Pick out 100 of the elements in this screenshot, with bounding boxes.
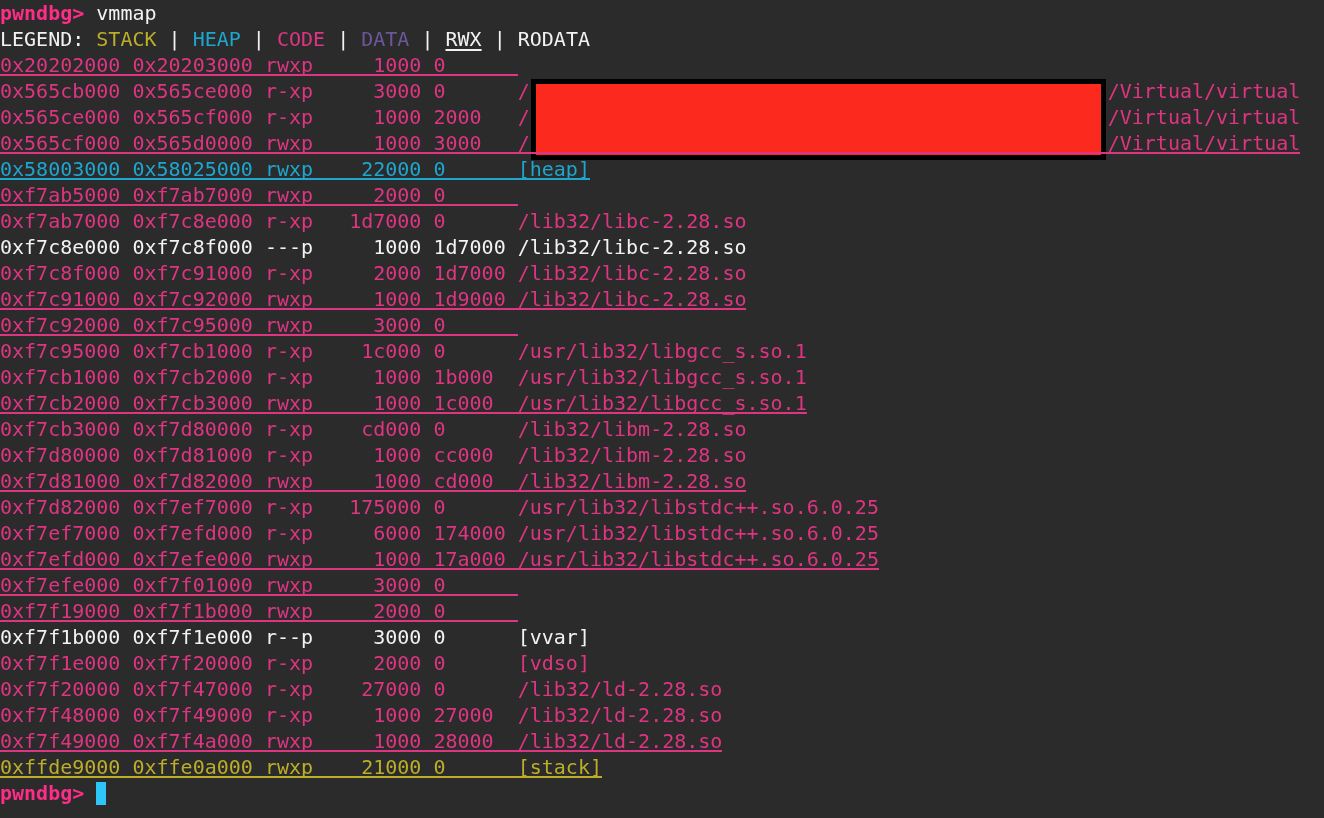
size-value: 21000 [360, 754, 422, 780]
permissions: r-xp [264, 702, 314, 728]
offset-value: 0 [433, 156, 447, 182]
offset-value: 17a000 [433, 546, 506, 572]
object-file: /lib32/libm-2.28.so [517, 468, 747, 494]
permissions: rwxp [264, 182, 314, 208]
size-value: 3000 [372, 624, 422, 650]
size-value: 22000 [360, 156, 422, 182]
end-address: 0xf7c8f000 [132, 234, 253, 260]
permissions: r-xp [264, 338, 314, 364]
size-value: 1000 [372, 52, 422, 78]
end-address: 0xf7f1e000 [132, 624, 253, 650]
end-address: 0xf7c92000 [132, 286, 253, 312]
end-address: 0xf7c91000 [132, 260, 253, 286]
offset-value: 0 [433, 182, 447, 208]
size-value: 1000 [372, 390, 422, 416]
size-value: 3000 [372, 572, 422, 598]
permissions: r-xp [264, 104, 314, 130]
object-file: /usr/lib32/libgcc_s.so.1 [517, 390, 807, 416]
permissions: rwxp [264, 468, 314, 494]
permissions: rwxp [264, 286, 314, 312]
start-address: 0xf7cb2000 [0, 390, 121, 416]
end-address: 0xf7f1b000 [132, 598, 253, 624]
start-address: 0xf7f19000 [0, 598, 121, 624]
size-value: 2000 [372, 598, 422, 624]
end-address: 0xf7c95000 [132, 312, 253, 338]
object-file: /Virtual/virtual [1107, 78, 1301, 104]
object-file: [heap] [517, 156, 590, 182]
end-address: 0xf7cb3000 [132, 390, 253, 416]
start-address: 0x565cf000 [0, 130, 121, 156]
start-address: 0xf7c8e000 [0, 234, 121, 260]
object-file: [vdso] [517, 650, 590, 676]
object-file: /lib32/ld-2.28.so [517, 676, 723, 702]
permissions: rwxp [264, 598, 314, 624]
start-address: 0x565ce000 [0, 104, 121, 130]
offset-value: 27000 [433, 702, 495, 728]
permissions: r-xp [264, 520, 314, 546]
offset-value: 0 [433, 650, 447, 676]
permissions: r-xp [264, 364, 314, 390]
size-value: 1d7000 [348, 208, 422, 234]
offset-value: 1b000 [433, 364, 495, 390]
offset-value: 0 [433, 416, 447, 442]
permissions: rwxp [264, 390, 314, 416]
object-file: /lib32/libc-2.28.so [517, 260, 747, 286]
permissions: r-xp [264, 650, 314, 676]
legend-item: RWX [445, 26, 482, 52]
size-value: 1000 [372, 286, 422, 312]
size-value: 1000 [372, 468, 422, 494]
object-file: / [517, 78, 530, 104]
end-address: 0xf7d82000 [132, 468, 253, 494]
permissions: r--p [264, 624, 314, 650]
offset-value: cc000 [433, 442, 495, 468]
start-address: 0xf7ab7000 [0, 208, 121, 234]
object-file: /lib32/ld-2.28.so [517, 728, 723, 754]
permissions: r-xp [264, 442, 314, 468]
start-address: 0xf7cb3000 [0, 416, 121, 442]
end-address: 0xf7cb1000 [132, 338, 253, 364]
legend-item: STACK [96, 26, 157, 52]
size-value: 6000 [372, 520, 422, 546]
size-value: 2000 [372, 182, 422, 208]
start-address: 0xf7efd000 [0, 546, 121, 572]
start-address: 0xf7f1e000 [0, 650, 121, 676]
start-address: 0xf7ab5000 [0, 182, 121, 208]
end-address: 0xf7f47000 [132, 676, 253, 702]
end-address: 0x565cf000 [132, 104, 253, 130]
size-value: 1000 [372, 702, 422, 728]
permissions: rwxp [264, 754, 314, 780]
start-address: 0xf7cb1000 [0, 364, 121, 390]
size-value: 1000 [372, 364, 422, 390]
end-address: 0xf7c8e000 [132, 208, 253, 234]
size-value: 1000 [372, 130, 422, 156]
offset-value: cd000 [433, 468, 495, 494]
size-value: 1000 [372, 728, 422, 754]
end-address: 0x565ce000 [132, 78, 253, 104]
size-value: 175000 [348, 494, 422, 520]
object-file: /lib32/libm-2.28.so [517, 416, 747, 442]
end-address: 0x20203000 [132, 52, 253, 78]
start-address: 0xffde9000 [0, 754, 121, 780]
offset-value: 0 [433, 312, 447, 338]
start-address: 0xf7f48000 [0, 702, 121, 728]
end-address: 0xf7f20000 [132, 650, 253, 676]
size-value: 2000 [372, 650, 422, 676]
start-address: 0xf7f1b000 [0, 624, 121, 650]
prompt: pwndbg> [0, 780, 85, 806]
size-value: 1000 [372, 234, 422, 260]
permissions: ---p [264, 234, 314, 260]
end-address: 0x565d0000 [132, 130, 253, 156]
size-value: 1000 [372, 104, 422, 130]
permissions: r-xp [264, 416, 314, 442]
offset-value: 1d7000 [433, 234, 506, 260]
size-value: 1000 [372, 442, 422, 468]
legend-item: DATA [361, 26, 410, 52]
permissions: r-xp [264, 494, 314, 520]
size-value: 3000 [372, 312, 422, 338]
offset-value: 1d9000 [433, 286, 506, 312]
start-address: 0xf7f49000 [0, 728, 121, 754]
offset-value: 0 [433, 754, 447, 780]
offset-value: 1c000 [433, 390, 495, 416]
object-file: [vvar] [517, 624, 590, 650]
start-address: 0xf7c8f000 [0, 260, 121, 286]
